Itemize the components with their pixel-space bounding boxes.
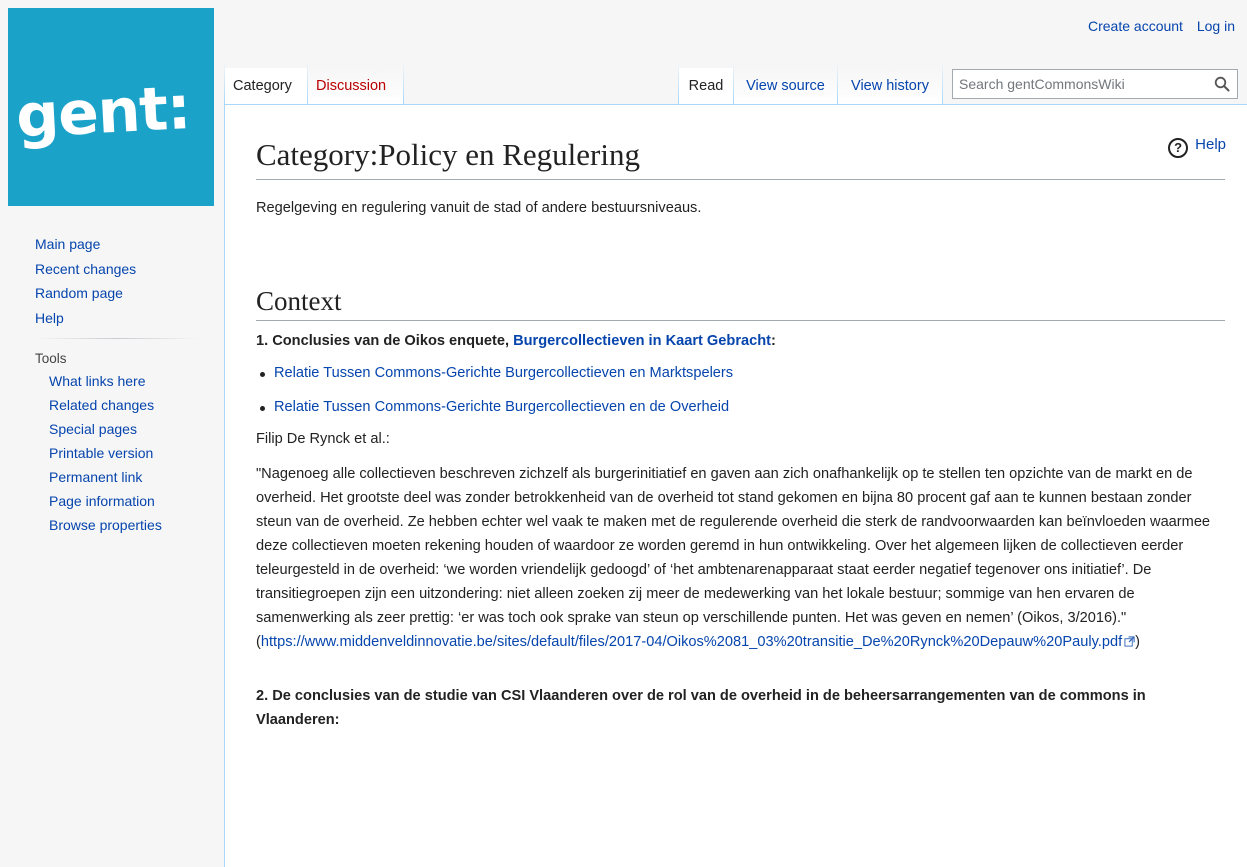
burgercollectieven-link[interactable]: Burgercollectieven in Kaart Gebracht (513, 333, 771, 349)
conclusion-1-heading: 1. Conclusies van de Oikos enquete, Burg… (256, 329, 1225, 353)
search-box (952, 69, 1238, 99)
page-title: Category:Policy en Regulering (256, 135, 1225, 180)
sidebar-item-main-page[interactable]: Main page (0, 232, 220, 257)
logo-text: gent: (14, 72, 192, 152)
link-overheid[interactable]: Relatie Tussen Commons-Gerichte Burgerco… (274, 399, 729, 415)
main-content: ? Help Category:Policy en Regulering Rege… (224, 104, 1247, 867)
help-icon: ? (1168, 138, 1189, 158)
tab-discussion[interactable]: Discussion (308, 68, 403, 104)
sidebar-item-help[interactable]: Help (0, 306, 220, 331)
sidebar-item-random-page[interactable]: Random page (0, 281, 220, 306)
list-item: Relatie Tussen Commons-Gerichte Burgerco… (260, 361, 1225, 385)
tab-separator (942, 62, 943, 104)
personal-tools: Create account Log in (1078, 18, 1235, 34)
tools-item-page-information[interactable]: Page information (0, 489, 220, 513)
tools-heading[interactable]: Tools (0, 349, 220, 369)
create-account-link[interactable]: Create account (1088, 18, 1183, 34)
quote-end: ) (1135, 634, 1141, 650)
sidebar-divider (35, 338, 200, 339)
conclusion-1-suffix: : (771, 333, 776, 349)
tools-item-special-pages[interactable]: Special pages (0, 417, 220, 441)
list-item: Relatie Tussen Commons-Gerichte Burgerco… (260, 395, 1225, 419)
tab-read[interactable]: Read (679, 68, 733, 104)
sidebar-navigation: Main page Recent changes Random page Hel… (0, 232, 220, 330)
external-link-icon (1124, 636, 1135, 647)
tools-item-permanent-link[interactable]: Permanent link (0, 465, 220, 489)
related-list: Relatie Tussen Commons-Gerichte Burgerco… (256, 361, 1225, 419)
log-in-link[interactable]: Log in (1197, 18, 1235, 34)
conclusion-1-prefix: 1. Conclusies van de Oikos enquete, (256, 333, 514, 349)
quote-paragraph: "Nagenoeg alle collectieven beschreven z… (256, 462, 1225, 654)
site-logo[interactable]: gent: (8, 8, 214, 206)
conclusion-2-heading: 2. De conclusies van de studie van CSI V… (256, 688, 1146, 728)
search-input[interactable] (953, 70, 1201, 98)
quote-text: "Nagenoeg alle collectieven beschreven z… (256, 466, 1211, 650)
tab-separator (403, 62, 404, 104)
tab-view-history[interactable]: View history (838, 68, 942, 104)
sidebar-tools: What links here Related changes Special … (0, 369, 220, 537)
tools-item-what-links-here[interactable]: What links here (0, 369, 220, 393)
tab-category[interactable]: Category (225, 68, 307, 104)
oikos-pdf-link[interactable]: https://www.middenveldinnovatie.be/sites… (261, 634, 1135, 650)
oikos-pdf-url: https://www.middenveldinnovatie.be/sites… (260, 634, 1123, 650)
link-marktspelers[interactable]: Relatie Tussen Commons-Gerichte Burgerco… (274, 365, 733, 381)
sidebar: Main page Recent changes Random page Hel… (0, 232, 220, 537)
tools-item-printable-version[interactable]: Printable version (0, 441, 220, 465)
help-link[interactable]: ? Help (1168, 136, 1226, 158)
section-heading-context: Context (256, 284, 1225, 321)
tab-view-source[interactable]: View source (734, 68, 837, 104)
tools-item-browse-properties[interactable]: Browse properties (0, 513, 220, 537)
tools-item-related-changes[interactable]: Related changes (0, 393, 220, 417)
author-line: Filip De Rynck et al.: (256, 431, 390, 447)
help-label: Help (1195, 136, 1226, 153)
magnifier-icon[interactable] (1214, 76, 1230, 92)
intro-text: Regelgeving en regulering vanuit de stad… (256, 200, 702, 216)
sidebar-item-recent-changes[interactable]: Recent changes (0, 257, 220, 282)
